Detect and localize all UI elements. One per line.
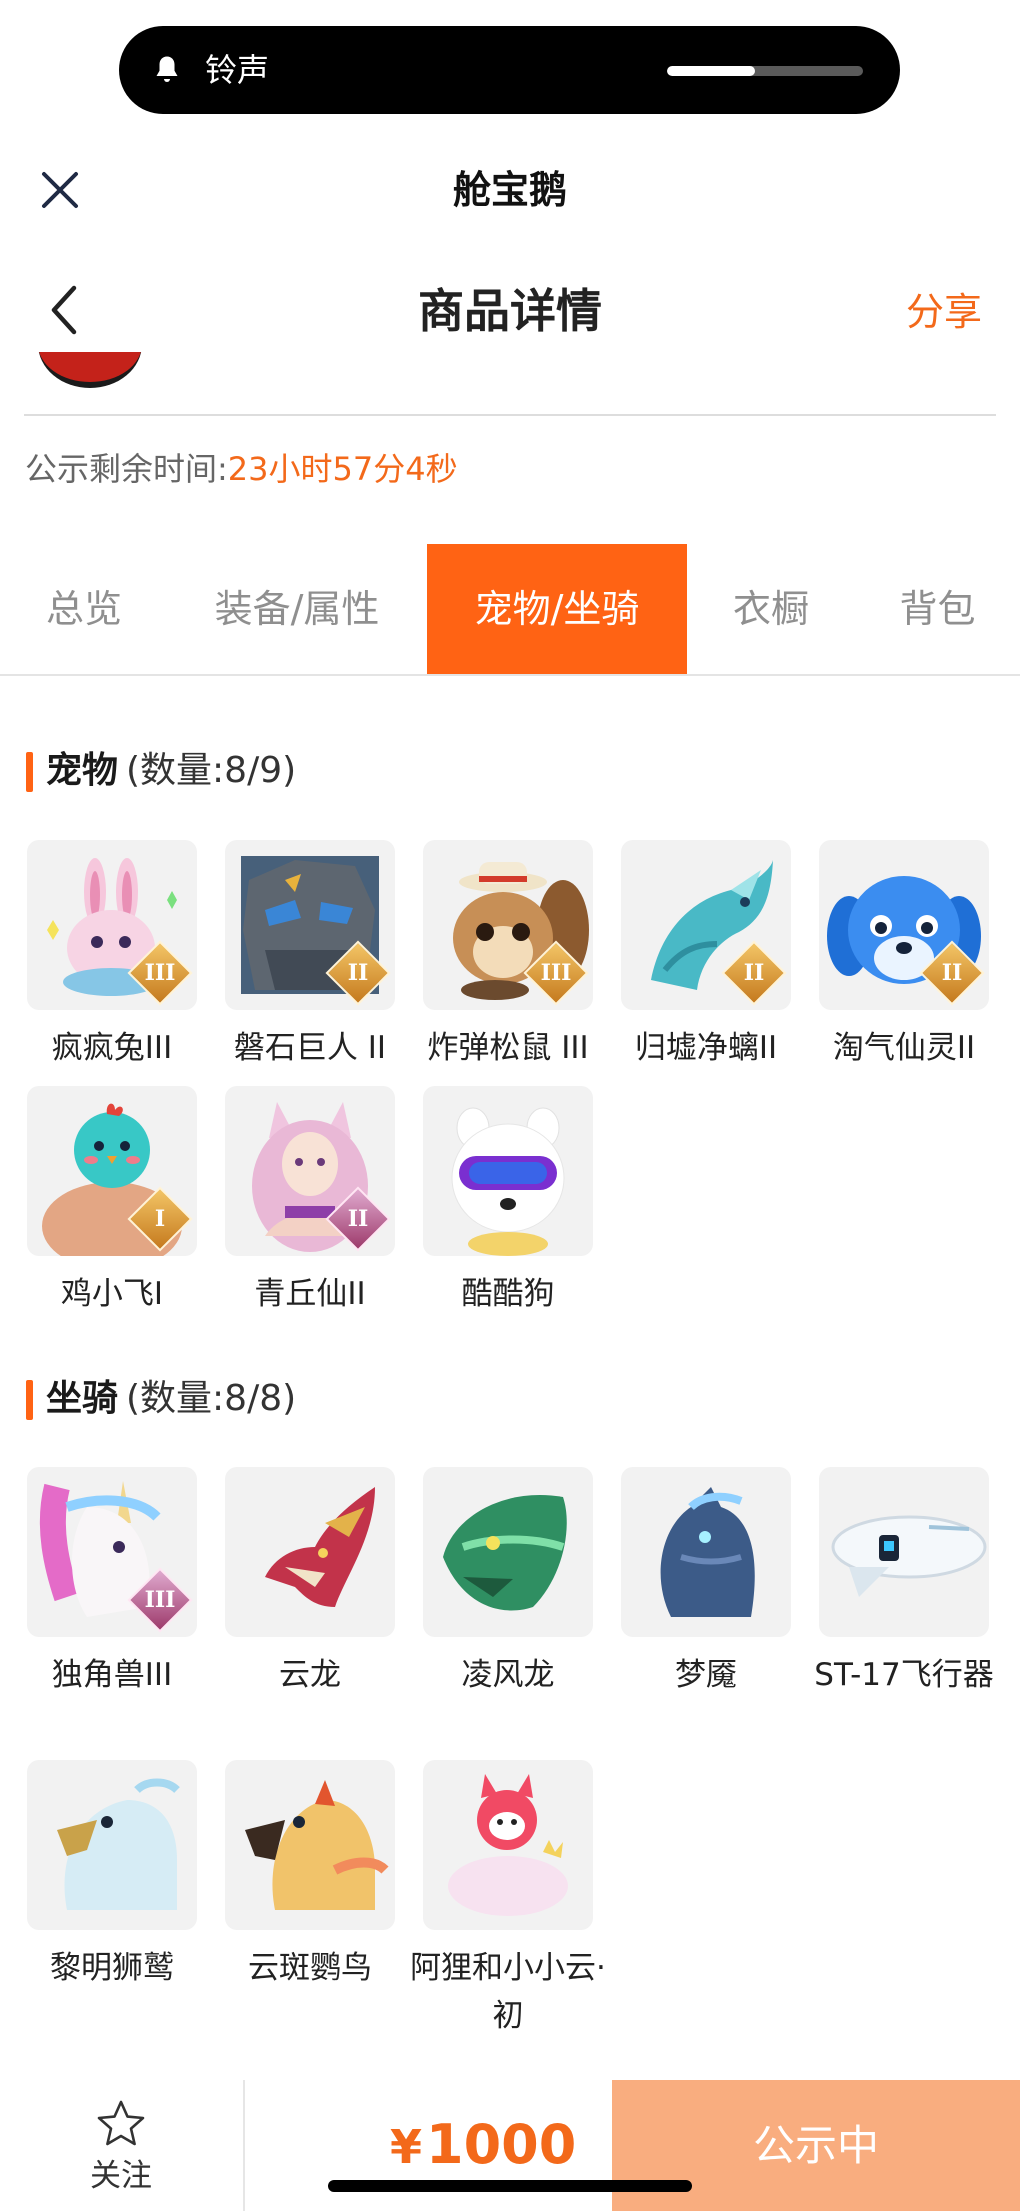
mount-image: III — [27, 1467, 197, 1637]
mount-item[interactable]: 凌风龙 — [423, 1467, 593, 1693]
pet-item[interactable]: III 炸弹松鼠 III — [423, 840, 593, 1066]
pet-item[interactable]: 酷酷狗 — [423, 1086, 593, 1312]
pet-image — [423, 1086, 593, 1256]
tab-backpack[interactable]: 背包 — [855, 544, 1020, 674]
divider — [24, 414, 996, 416]
nightmare-horse-icon — [660, 1487, 755, 1617]
tab-equipment[interactable]: 装备/属性 — [168, 544, 426, 674]
mount-item[interactable]: 云龙 — [225, 1467, 395, 1693]
mount-image — [225, 1760, 395, 1930]
pet-image: II — [225, 1086, 395, 1256]
volume-slider[interactable] — [667, 66, 863, 76]
wind-dragon-icon — [443, 1495, 567, 1611]
pet-name: 炸弹松鼠 III — [427, 1030, 589, 1066]
mount-name: 云龙 — [279, 1657, 341, 1693]
pet-item[interactable]: II 磐石巨人 II — [225, 840, 395, 1066]
goggle-dog-icon — [451, 1107, 565, 1256]
fox-on-cloud-icon — [448, 1774, 568, 1916]
mount-name: 云斑鹦鸟 — [248, 1950, 372, 1986]
mount-image — [423, 1760, 593, 1930]
home-indicator[interactable] — [328, 2180, 692, 2192]
tabs-divider — [0, 674, 1020, 676]
pet-image: I — [27, 1086, 197, 1256]
tab-wardrobe[interactable]: 衣橱 — [687, 544, 855, 674]
avatar — [30, 352, 150, 388]
pet-image: II — [621, 840, 791, 1010]
pet-item[interactable]: II 淘气仙灵II — [819, 840, 989, 1066]
countdown-value: 23小时57分4秒 — [227, 450, 458, 488]
star-icon — [97, 2100, 145, 2146]
divider — [243, 2080, 245, 2211]
price-value: 1000 — [426, 2113, 577, 2176]
aircraft-icon — [831, 1515, 987, 1597]
countdown-label: 公示剩余时间: — [25, 450, 228, 488]
pet-image: II — [225, 840, 395, 1010]
mount-name: 独角兽III — [51, 1657, 173, 1693]
mount-image — [423, 1467, 593, 1637]
section-marker — [26, 752, 33, 792]
parrot-bird-icon — [245, 1780, 389, 1910]
pet-item[interactable]: II 归墟净螭II — [621, 840, 791, 1066]
favorite-button[interactable]: 关注 — [60, 2098, 182, 2198]
tab-bar: 总览 装备/属性 宠物/坐骑 衣橱 背包 — [0, 544, 1020, 674]
mount-image — [819, 1467, 989, 1637]
currency-symbol: ¥ — [390, 2120, 423, 2174]
pet-image: III — [27, 840, 197, 1010]
pets-title: 宠物 — [46, 750, 119, 791]
mount-item[interactable]: 阿狸和小小云·初 — [410, 1760, 606, 2034]
page-title: 商品详情 — [418, 284, 602, 338]
mount-item[interactable]: 黎明狮鹫 — [27, 1760, 197, 1986]
mounts-title: 坐骑 — [46, 1378, 119, 1419]
price: ¥1000 — [390, 2110, 576, 2182]
pet-name: 淘气仙灵II — [832, 1030, 976, 1066]
mount-name: 梦魇 — [675, 1657, 737, 1693]
mounts-count: (数量:8/8) — [126, 1378, 297, 1419]
mount-name: 凌风龙 — [461, 1657, 555, 1693]
cloud-dragon-icon — [265, 1487, 375, 1607]
countdown: 公示剩余时间:23小时57分4秒 — [25, 446, 458, 492]
ringer-overlay: 铃声 — [119, 26, 900, 114]
pet-item[interactable]: I 鸡小飞I — [27, 1086, 197, 1312]
pet-name: 酷酷狗 — [461, 1276, 555, 1312]
tab-overview[interactable]: 总览 — [0, 544, 168, 674]
pet-image: III — [423, 840, 593, 1010]
pet-item[interactable]: III 疯疯兔III — [27, 840, 197, 1066]
bell-icon — [156, 56, 178, 82]
pet-item[interactable]: II 青丘仙II — [225, 1086, 395, 1312]
mount-item[interactable]: 云斑鹦鸟 — [225, 1760, 395, 1986]
ringer-label: 铃声 — [205, 51, 270, 89]
share-button[interactable]: 分享 — [906, 284, 982, 340]
volume-level — [667, 66, 756, 76]
mount-name: 黎明狮鹫 — [50, 1950, 174, 1986]
pet-name: 鸡小飞I — [60, 1276, 164, 1312]
pet-name: 磐石巨人 II — [233, 1030, 387, 1066]
pet-image: II — [819, 840, 989, 1010]
app-title: 舱宝鹅 — [452, 168, 567, 212]
mount-image — [27, 1760, 197, 1930]
pet-name: 归墟净螭II — [634, 1030, 778, 1066]
tab-pets-mounts[interactable]: 宠物/坐骑 — [427, 544, 687, 674]
mount-name: 阿狸和小小云·初 — [410, 1950, 606, 2034]
pet-name: 青丘仙II — [254, 1276, 366, 1312]
mount-item[interactable]: ST-17飞行器 — [814, 1467, 994, 1693]
mount-image — [225, 1467, 395, 1637]
mount-name: ST-17飞行器 — [814, 1657, 994, 1693]
favorite-label: 关注 — [90, 2158, 152, 2194]
pet-name: 疯疯兔III — [51, 1030, 173, 1066]
mount-item[interactable]: 梦魇 — [621, 1467, 791, 1693]
mount-item[interactable]: III 独角兽III — [27, 1467, 197, 1693]
section-marker — [26, 1380, 33, 1420]
pets-count: (数量:8/9) — [126, 750, 297, 791]
griffin-icon — [57, 1778, 180, 1910]
mount-image — [621, 1467, 791, 1637]
